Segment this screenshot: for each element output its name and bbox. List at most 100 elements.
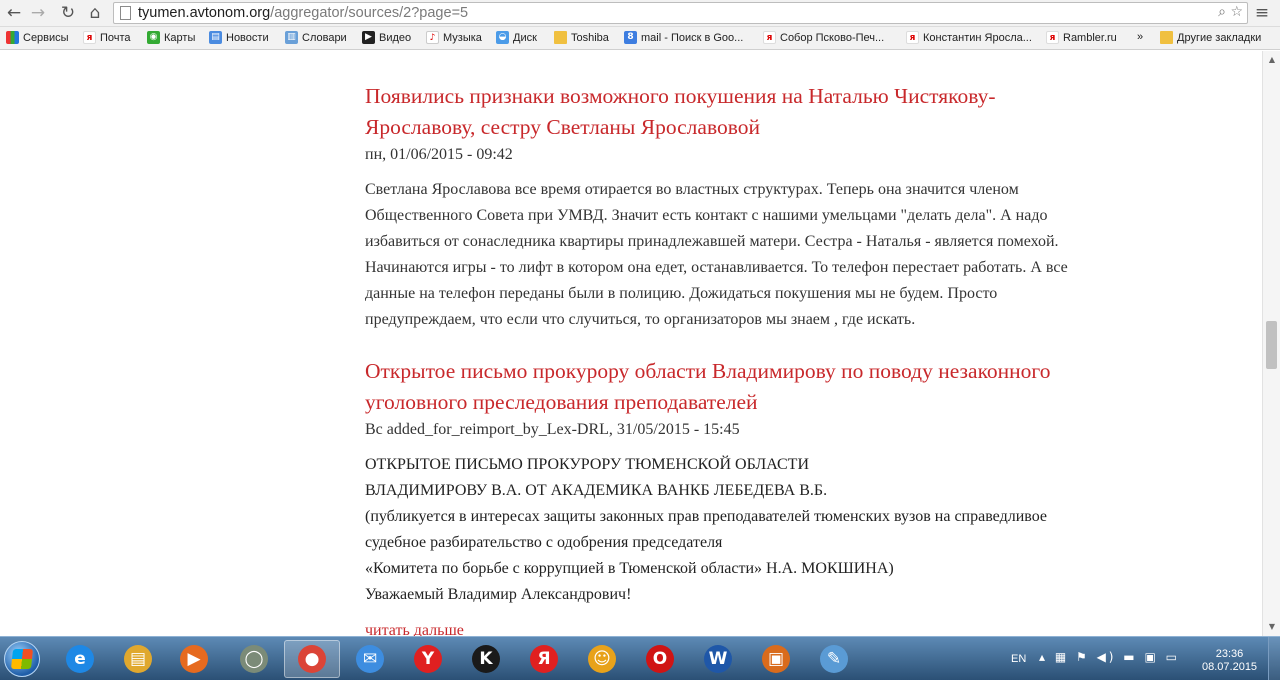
disk-icon: ◒ [496,31,509,44]
language-indicator[interactable]: EN [1011,653,1026,665]
explorer-icon: ▤ [124,645,152,673]
bookmark-label: Сервисы [23,31,69,44]
gmail-icon: 8 [624,31,637,44]
scroll-up-icon[interactable]: ▲ [1267,55,1277,65]
taskbar-app-circle-button[interactable]: ◯ [226,640,282,678]
page-content: Появились признаки возможного покушения … [0,51,1262,636]
taskbar-game-button[interactable]: ☺ [574,640,630,678]
bookmark-news[interactable]: ▤ Новости [209,31,269,44]
article-meta: пн, 01/06/2015 - 09:42 [365,146,513,163]
clock[interactable]: 23:36 08.07.2015 [1202,648,1257,674]
bookmark-konstantin[interactable]: я Константин Яросла... [906,31,1032,44]
bookmark-toshiba[interactable]: Toshiba [554,31,609,44]
bookmark-video[interactable]: ▶ Видео [362,31,411,44]
bookmark-maps[interactable]: ◉ Карты [147,31,195,44]
taskbar-chrome-button[interactable]: ● [284,640,340,678]
article-title[interactable]: Появились признаки возможного покушения … [365,81,1165,143]
bookmark-label: Видео [379,31,412,44]
article-title-line[interactable]: Появились признаки возможного покушения … [365,81,1165,112]
bookmark-label: mail - Поиск в Goo... [641,31,744,44]
body-line: ВЛАДИМИРОВУ В.А. ОТ АКАДЕМИКА ВАНКБ ЛЕБЕ… [365,482,828,499]
bookmark-label: Другие закладки [1177,31,1262,44]
folder-icon [1160,31,1173,44]
bookmark-gmail-search[interactable]: 8 mail - Поиск в Goo... [624,31,743,44]
bookmark-label: Rambler.ru [1063,31,1117,44]
tray-icons[interactable]: ▴ ▦ ⚑ ◀) ▬ ▣ ▭ [1039,650,1180,664]
scrollbar-thumb[interactable] [1266,321,1277,369]
back-arrow-icon[interactable]: ← [4,3,24,23]
taskbar-kaspersky-button[interactable]: K [458,640,514,678]
clock-date: 08.07.2015 [1202,661,1258,673]
bookmark-label: Почта [100,31,131,44]
bookmark-label: Toshiba [571,31,609,44]
browser-menu-icon[interactable]: ≡ [1252,3,1272,23]
yandex-icon: я [906,31,919,44]
body-line: «Комитета по борьбе с коррупцией в Тюмен… [365,560,894,577]
clock-time: 23:36 [1215,648,1244,660]
taskbar-mail-button[interactable]: ✉ [342,640,398,678]
bookmark-label: Диск [513,31,537,44]
taskbar-paint-button[interactable]: ✎ [806,640,862,678]
opera-icon: O [646,645,674,673]
vertical-scrollbar[interactable]: ▲ ▼ [1262,51,1280,636]
bookmark-label: Константин Яросла... [923,31,1032,44]
taskbar-ie-button[interactable]: e [52,640,108,678]
article-title-line[interactable]: уголовного преследования преподавателей [365,387,1165,418]
article-title-line[interactable]: Ярославову, сестру Светланы Ярославовой [365,112,1165,143]
bookmarks-overflow-button[interactable]: » [1137,31,1143,43]
bookmark-label: Новости [226,31,269,44]
yandex-icon: я [763,31,776,44]
body-line: предупреждаем, что если что случиться, т… [365,311,916,328]
url-host: tyumen.avtonom.org [138,5,271,21]
forward-arrow-icon[interactable]: → [28,3,48,23]
browser-toolbar: ← → ↻ ⌂ tyumen.avtonom.org/aggregator/so… [0,0,1280,27]
page-icon [120,6,131,20]
body-line: Светлана Ярославова все время отирается … [365,181,1019,198]
bookmark-other[interactable]: Другие закладки [1160,31,1261,44]
start-button[interactable] [4,641,40,677]
taskbar-media-player-button[interactable]: ▶ [166,640,222,678]
taskbar-yandex-browser-button[interactable]: Y [400,640,456,678]
article-2: Открытое письмо прокурору области Владим… [365,356,1165,636]
bookmark-services[interactable]: Сервисы [6,31,69,44]
article-1: Появились признаки возможного покушения … [365,81,1165,333]
zoom-icon[interactable]: ⌕ [1218,4,1226,20]
taskbar-opera-button[interactable]: O [632,640,688,678]
bookmark-music[interactable]: ♪ Музыка [426,31,482,44]
article-meta: Вс added_for_reimport_by_Lex-DRL, 31/05/… [365,421,740,438]
taskbar-word-button[interactable]: W [690,640,746,678]
video-icon: ▶ [362,31,375,44]
body-line: данные на телефон переданы были в полици… [365,285,998,302]
bookmark-rambler[interactable]: я Rambler.ru [1046,31,1117,44]
taskbar-explorer-button[interactable]: ▤ [110,640,166,678]
omnibox-actions: ⌕ ☆ [1218,4,1243,20]
bookmarks-bar: Сервисы я Почта ◉ Карты ▤ Новости ▥ Словари … [0,27,1280,50]
bookmark-sobor[interactable]: я Собор Псково-Печ... [763,31,884,44]
taskbar-firewall-button[interactable]: ▣ [748,640,804,678]
show-desktop-button[interactable] [1268,637,1280,680]
scroll-down-icon[interactable]: ▼ [1267,622,1277,632]
article-body: Светлана Ярославова все время отирается … [365,177,1165,333]
paint-icon: ✎ [820,645,848,673]
address-bar[interactable]: tyumen.avtonom.org/aggregator/sources/2?… [113,2,1248,24]
read-more-link[interactable]: читать дальше [365,622,1165,636]
bookmark-label: Музыка [443,31,482,44]
bookmark-star-icon[interactable]: ☆ [1230,4,1243,20]
windows-logo-icon [10,649,34,669]
windows-taskbar: e ▤ ▶ ◯ ● ✉ Y K Я ☺ O W ▣ ✎ EN ▴ ▦ ⚑ ◀) ▬ ▣ ▭ 23:36 0… [0,636,1280,680]
bookmark-disk[interactable]: ◒ Диск [496,31,537,44]
bookmark-dictionaries[interactable]: ▥ Словари [285,31,347,44]
reload-icon[interactable]: ↻ [58,3,78,23]
url-text[interactable]: tyumen.avtonom.org/aggregator/sources/2?… [138,5,468,21]
media-player-icon: ▶ [180,645,208,673]
article-title-line[interactable]: Открытое письмо прокурору области Владим… [365,356,1165,387]
home-icon[interactable]: ⌂ [85,3,105,23]
bookmark-label: Собор Псково-Печ... [780,31,885,44]
article-title[interactable]: Открытое письмо прокурору области Владим… [365,356,1165,418]
app-circle-icon: ◯ [240,645,268,673]
bookmark-mail[interactable]: я Почта [83,31,131,44]
body-line: ОТКРЫТОЕ ПИСЬМО ПРОКУРОРУ ТЮМЕНСКОЙ ОБЛА… [365,456,809,473]
body-line: Общественного Совета при УМВД. Значит ес… [365,207,1048,224]
taskbar-yandex-button[interactable]: Я [516,640,572,678]
article-body: ОТКРЫТОЕ ПИСЬМО ПРОКУРОРУ ТЮМЕНСКОЙ ОБЛА… [365,452,1165,608]
